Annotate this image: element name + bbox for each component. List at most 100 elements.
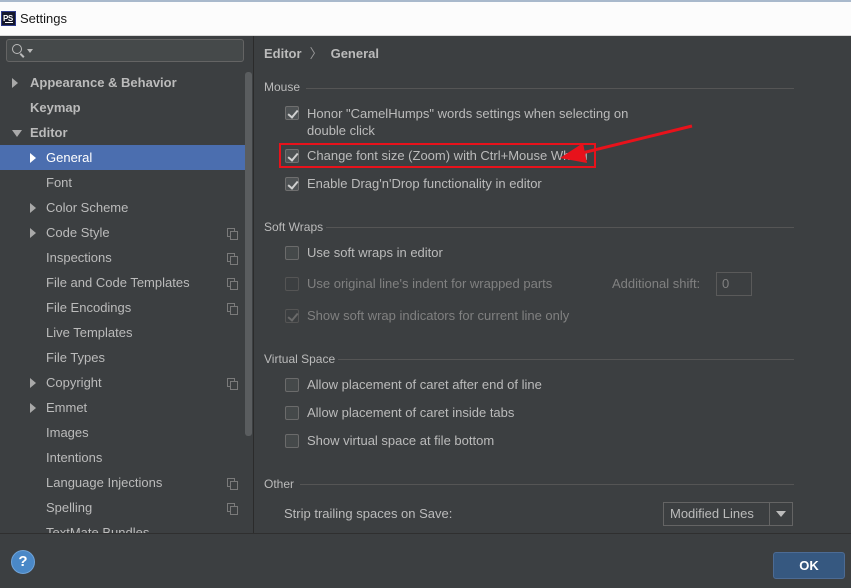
checkbox[interactable] [285, 406, 299, 420]
expand-arrow-icon[interactable] [30, 203, 36, 213]
tree-item-label: Emmet [46, 400, 88, 415]
section-divider [306, 88, 794, 89]
section-title-soft-wraps: Soft Wraps [264, 220, 324, 234]
checkbox[interactable] [285, 277, 299, 291]
tree-item-label: Inspections [46, 250, 112, 265]
search-history-dropdown-icon[interactable] [27, 49, 33, 53]
option-label: Enable Drag'n'Drop functionality in edit… [307, 176, 542, 191]
option-label: Change font size (Zoom) with Ctrl+Mouse … [307, 148, 588, 163]
tree-item-emmet[interactable]: Emmet [0, 395, 252, 420]
tree-item-label: Live Templates [46, 325, 133, 340]
tree-item-editor[interactable]: Editor [0, 120, 252, 145]
tree-item-label: File Encodings [46, 300, 132, 315]
project-scope-icon [227, 253, 238, 265]
tree-item-label: File and Code Templates [46, 275, 190, 290]
checkbox[interactable] [285, 378, 299, 392]
sidebar-scrollbar[interactable] [245, 72, 252, 436]
tree-item-label: Keymap [30, 100, 81, 115]
settings-sidebar: Appearance & Behavior Keymap Editor General… [0, 36, 254, 533]
expand-arrow-icon[interactable] [30, 403, 36, 413]
strip-spaces-value: Modified Lines [670, 506, 754, 521]
project-scope-icon [227, 303, 238, 315]
window-title: Settings [20, 11, 67, 26]
tree-item-intentions[interactable]: Intentions [0, 445, 252, 470]
tree-item-file-types[interactable]: File Types [0, 345, 252, 370]
tree-item-file-encodings[interactable]: File Encodings [0, 295, 252, 320]
title-bar: PS Settings [0, 0, 851, 36]
expand-arrow-icon[interactable] [30, 153, 36, 163]
expand-arrow-icon[interactable] [12, 78, 18, 88]
tree-item-inspections[interactable]: Inspections [0, 245, 252, 270]
settings-content: Editor 〉 General Mouse Honor "CamelHumps" … [254, 36, 851, 533]
section-title-mouse: Mouse [264, 80, 301, 94]
tree-item-label: Appearance & Behavior [30, 75, 177, 90]
option-label: Allow placement of caret inside tabs [307, 405, 515, 420]
option-label: Show virtual space at file bottom [307, 433, 495, 448]
breadcrumb-parent: Editor [264, 46, 302, 61]
breadcrumb-current: General [330, 46, 379, 61]
app-icon: PS [1, 11, 16, 26]
help-button[interactable]: ? [11, 550, 35, 574]
tree-item-language-injections[interactable]: Language Injections [0, 470, 252, 495]
expand-arrow-icon[interactable] [30, 228, 36, 238]
tree-item-label: File Types [46, 350, 106, 365]
tree-item-live-templates[interactable]: Live Templates [0, 320, 252, 345]
tree-item-label: Language Injections [46, 475, 163, 490]
section-title-virtual-space: Virtual Space [264, 352, 336, 366]
option-label: Show soft wrap indicators for current li… [307, 308, 570, 323]
breadcrumb-separator: 〉 [309, 46, 323, 61]
tree-item-color-scheme[interactable]: Color Scheme [0, 195, 252, 220]
select-divider [769, 503, 770, 525]
tree-item-label: Color Scheme [46, 200, 129, 215]
additional-shift-field[interactable]: 0 [716, 272, 752, 296]
checkbox[interactable] [285, 309, 299, 323]
tree-item-label: Code Style [46, 225, 110, 240]
tree-item-label: Intentions [46, 450, 103, 465]
option-label: Use original line's indent for wrapped p… [307, 276, 553, 291]
tree-item-keymap[interactable]: Keymap [0, 95, 252, 120]
checkbox[interactable] [285, 177, 299, 191]
tree-item-images[interactable]: Images [0, 420, 252, 445]
section-divider [300, 484, 794, 485]
tree-item-label: Font [46, 175, 73, 190]
tree-item-label: TextMate Bundles [46, 525, 150, 533]
chevron-down-icon[interactable] [776, 511, 786, 517]
expand-arrow-icon[interactable] [30, 378, 36, 388]
project-scope-icon [227, 503, 238, 515]
tree-item-file-and-code-templates[interactable]: File and Code Templates [0, 270, 252, 295]
tree-item-label: Copyright [46, 375, 102, 390]
checkbox[interactable] [285, 246, 299, 260]
tree-item-copyright[interactable]: Copyright [0, 370, 252, 395]
ok-button[interactable]: OK [773, 552, 845, 579]
tree-item-appearance-behavior[interactable]: Appearance & Behavior [0, 70, 252, 95]
tree-item-label: Images [46, 425, 89, 440]
search-icon[interactable] [12, 44, 22, 54]
dialog-footer: ? OK [0, 533, 851, 588]
additional-shift-label: Additional shift: [612, 276, 701, 291]
section-divider [326, 227, 794, 228]
tree-item-font[interactable]: Font [0, 170, 252, 195]
section-title-other: Other [264, 477, 295, 491]
collapse-arrow-icon[interactable] [12, 130, 22, 137]
project-scope-icon [227, 228, 238, 240]
project-scope-icon [227, 378, 238, 390]
title-bar-accent [0, 0, 851, 2]
tree-item-spelling[interactable]: Spelling [0, 495, 252, 520]
strip-spaces-label: Strip trailing spaces on Save: [284, 506, 453, 521]
tree-item-label: General [46, 150, 93, 165]
tree-item-code-style[interactable]: Code Style [0, 220, 252, 245]
project-scope-icon [227, 278, 238, 290]
tree-item-general[interactable]: General [0, 145, 252, 170]
tree-item-textmate-bundles[interactable]: TextMate Bundles [0, 520, 252, 533]
option-label: Allow placement of caret after end of li… [307, 377, 542, 392]
checkbox[interactable] [285, 149, 299, 163]
search-input[interactable] [6, 39, 244, 62]
option-label: Honor "CamelHumps" words settings when s… [307, 106, 629, 138]
project-scope-icon [227, 478, 238, 490]
tree-item-label: Editor [30, 125, 68, 140]
checkbox[interactable] [285, 106, 299, 120]
section-divider [338, 359, 794, 360]
checkbox[interactable] [285, 434, 299, 448]
strip-spaces-select[interactable]: Modified Lines [663, 502, 793, 526]
breadcrumb: Editor 〉 General [264, 43, 379, 62]
